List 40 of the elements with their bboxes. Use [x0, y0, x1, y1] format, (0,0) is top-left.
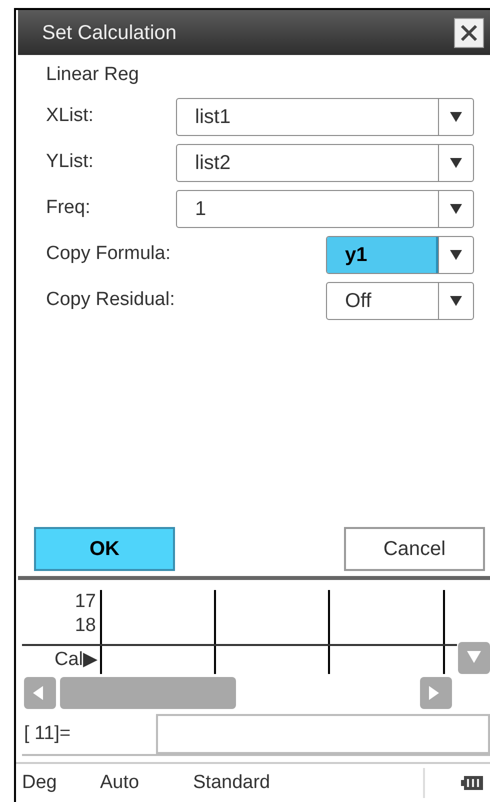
field-value: 1	[194, 196, 208, 222]
regression-type: Linear Reg	[46, 63, 140, 87]
caret-icon	[450, 204, 462, 214]
field-value: list1	[194, 104, 232, 130]
field-label: XList:	[46, 104, 95, 128]
row-number: 17	[74, 590, 96, 614]
caret-icon	[450, 296, 462, 306]
field-value: list2	[194, 150, 232, 176]
field-value: y1	[327, 236, 438, 272]
dialog-button[interactable]: OK	[34, 527, 175, 571]
row-number: 18	[74, 614, 96, 638]
field-label: Copy Formula:	[46, 242, 172, 266]
dropdown-field[interactable]: Off	[326, 282, 474, 320]
scroll-down-button[interactable]	[458, 642, 490, 674]
field-label: Freq:	[46, 196, 92, 220]
status-item[interactable]: Standard	[193, 768, 423, 798]
dialog-title: Set Calculation	[42, 20, 177, 46]
entry-prompt: [ 11]=	[23, 722, 72, 746]
input-field[interactable]	[156, 714, 490, 754]
scroll-right-button[interactable]	[420, 677, 452, 709]
field-label: YList:	[46, 150, 95, 174]
scrollbar-thumb[interactable]	[60, 677, 236, 709]
dialog-button[interactable]: Cancel	[344, 527, 485, 571]
dropdown-field[interactable]: list1	[176, 98, 474, 136]
caret-icon	[450, 250, 462, 260]
field-label: Copy Residual:	[46, 288, 176, 312]
triangle-icon	[467, 651, 481, 665]
dropdown-field[interactable]: 1	[176, 190, 474, 228]
dropdown-field[interactable]: y1	[326, 236, 474, 274]
status-item[interactable]: Deg	[22, 768, 100, 798]
scroll-left-button[interactable]	[24, 677, 56, 709]
status-item[interactable]: Auto	[100, 768, 193, 798]
caret-icon	[450, 112, 462, 122]
close-icon	[460, 24, 478, 42]
close-button[interactable]	[454, 18, 484, 48]
field-value: Off	[344, 288, 372, 314]
caret-icon	[450, 158, 462, 168]
row-label[interactable]: Cal▶	[54, 646, 98, 674]
dropdown-field[interactable]: list2	[176, 144, 474, 182]
battery-icon	[461, 775, 483, 791]
